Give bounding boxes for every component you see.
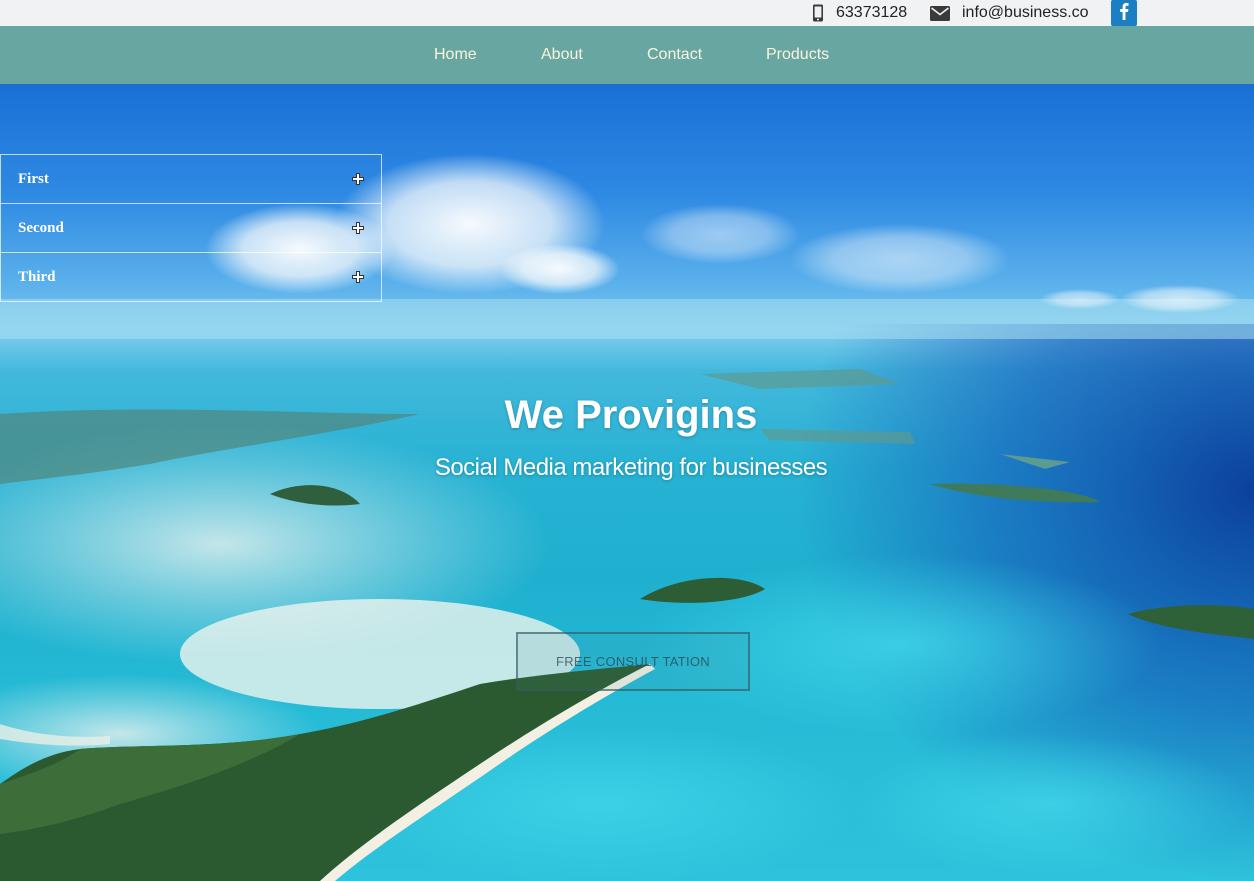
mobile-phone-icon <box>812 4 824 22</box>
phone-number: 63373128 <box>836 4 908 21</box>
nav-about-link[interactable]: About <box>541 26 583 84</box>
accordion-item-label: First <box>18 171 49 187</box>
nav-products-link[interactable]: Products <box>766 26 829 84</box>
facebook-icon <box>1119 2 1129 25</box>
accordion-item-second[interactable]: Second <box>1 204 381 253</box>
accordion-item-first[interactable]: First <box>1 155 381 204</box>
plus-icon <box>352 173 364 185</box>
envelope-icon <box>930 5 950 21</box>
phone-contact: 63373128 <box>812 0 907 26</box>
hero-subtitle: Social Media marketing for businesses <box>434 454 828 481</box>
accordion-item-label: Second <box>18 220 64 236</box>
hero-title: We Provigins <box>504 393 758 437</box>
free-consultation-button[interactable]: FREE CONSULT TATION <box>516 632 750 691</box>
plus-icon <box>352 222 364 234</box>
email-address[interactable]: info@business.co <box>962 4 1089 22</box>
facebook-button[interactable] <box>1111 0 1137 26</box>
nav-home-link[interactable]: Home <box>434 26 477 84</box>
nav-contact-link[interactable]: Contact <box>647 26 702 84</box>
main-navigation: Home About Contact Products <box>0 26 1254 84</box>
accordion-item-label: Third <box>18 269 56 285</box>
accordion-item-third[interactable]: Third <box>1 253 381 301</box>
plus-icon <box>352 271 364 283</box>
accordion-menu: First Second Third <box>0 154 382 302</box>
email-contact[interactable]: info@business.co <box>930 0 1089 26</box>
top-contact-bar: 63373128 info@business.co <box>0 0 1254 26</box>
